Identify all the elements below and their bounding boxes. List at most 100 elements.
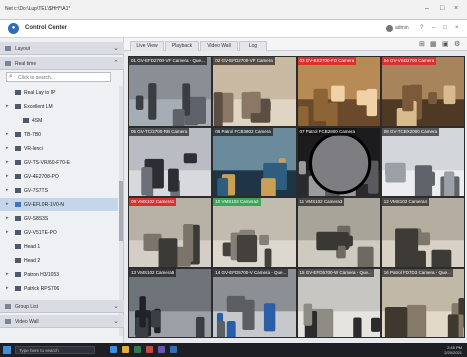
- grid-icon[interactable]: ▦: [430, 40, 437, 48]
- camera-tile[interactable]: 06 Patrol FCB3802 Camera: [212, 126, 297, 197]
- expand-arrow-icon[interactable]: ▸: [6, 201, 9, 207]
- panel-video-wall[interactable]: Video Wall ⌄: [0, 315, 124, 328]
- expand-arrow-icon[interactable]: ▸: [6, 215, 9, 221]
- tree-item[interactable]: ▸ TB-7B0: [0, 128, 118, 141]
- camera-tile[interactable]: 03 GV-BX2700-FD Camera: [296, 56, 381, 127]
- camera-tile[interactable]: 13 VMS102 Camera5: [128, 267, 213, 338]
- tree-item[interactable]: ▸ GV-TS-VR/60-F70-E: [0, 156, 118, 169]
- taskbar-search[interactable]: Type here to search: [15, 346, 95, 354]
- tree-item[interactable]: ▸ GV-7S7TS: [0, 184, 118, 197]
- taskbar-app-icon[interactable]: [158, 346, 165, 353]
- user-name[interactable]: admin: [395, 25, 409, 31]
- camera-tile[interactable]: 04 GV-VSD2700 Camera: [380, 56, 465, 127]
- tree-item[interactable]: ▸ Patrick RPS706: [0, 282, 118, 295]
- camera-tile[interactable]: 16 Patrol FD7D3 Camera - Que...: [380, 267, 465, 338]
- expand-arrow-icon[interactable]: ▸: [6, 145, 9, 151]
- camera-icon: [15, 272, 21, 277]
- tree-item[interactable]: ▸ GV-V51TE-PO: [0, 226, 118, 239]
- camera-tile[interactable]: 11 VMS102 Camera3: [296, 197, 381, 268]
- expand-arrow-icon[interactable]: ▸: [6, 285, 9, 291]
- minimize-button[interactable]: –: [425, 5, 429, 12]
- tree-item[interactable]: ▸ GV-EFL0R-1V0-N: [0, 198, 118, 211]
- camera-tile[interactable]: 10 VMS102 Camera2: [212, 197, 297, 268]
- tab-playback[interactable]: Playback: [165, 41, 199, 51]
- control-center-taskbar-icon[interactable]: [170, 346, 177, 353]
- expand-arrow-icon[interactable]: ▸: [6, 131, 9, 137]
- search-input[interactable]: [18, 74, 106, 81]
- windows-start-icon[interactable]: [3, 346, 11, 354]
- restore-app-icon[interactable]: □: [443, 25, 447, 31]
- camera-tile[interactable]: 15 GV-EFD5700-W Camera - Que...: [296, 267, 381, 338]
- tree-item[interactable]: ▸ Excellent LM: [0, 100, 118, 113]
- expand-arrow-icon[interactable]: ▸: [6, 103, 9, 109]
- tab-video-wall[interactable]: Video Wall: [200, 41, 238, 51]
- expand-arrow-icon[interactable]: ▸: [6, 173, 9, 179]
- camera-tile[interactable]: 01 GV-EFD2700-VF Camera - Que...: [128, 56, 213, 127]
- taskbar-app-icon[interactable]: [110, 346, 117, 353]
- expand-arrow-icon[interactable]: ▸: [6, 187, 9, 193]
- camera-tile[interactable]: 05 GV-TC/2700-RB Camera: [128, 126, 213, 197]
- camera-icon: [15, 258, 21, 263]
- app-header: ● Control Center admin ? – □ ×: [0, 20, 467, 38]
- tree-item[interactable]: Head 1: [0, 240, 118, 253]
- tree-item[interactable]: Real Lay to IP: [0, 86, 118, 99]
- search-icon: ⌕: [9, 73, 13, 80]
- taskbar-app-icon[interactable]: [146, 346, 153, 353]
- camera-icon: [15, 244, 21, 249]
- close-button[interactable]: ×: [454, 5, 458, 12]
- tree-item[interactable]: ▸ GV-S8S3S: [0, 212, 118, 225]
- minimize-app-icon[interactable]: –: [432, 25, 435, 31]
- device-search[interactable]: ⌕: [6, 72, 111, 82]
- chevron-down-icon[interactable]: ⌄: [113, 44, 119, 52]
- expand-arrow-icon[interactable]: ▸: [6, 229, 9, 235]
- tree-item[interactable]: 4SM: [0, 114, 118, 127]
- tree-item-label: GV-7S7TS: [24, 188, 48, 194]
- maximize-button[interactable]: □: [440, 5, 444, 12]
- tab-live-view[interactable]: Live View: [130, 41, 164, 51]
- scrollbar-thumb[interactable]: [119, 181, 123, 241]
- chevron-down-icon[interactable]: ⌄: [113, 302, 119, 310]
- expand-arrow-icon[interactable]: ▸: [6, 159, 9, 165]
- chevron-down-icon[interactable]: ⌄: [113, 317, 119, 325]
- panel-layout[interactable]: Layout ⌄: [0, 42, 124, 55]
- panel-group-list[interactable]: Group List ⌄: [0, 300, 124, 313]
- camera-tile[interactable]: 08 GV-TCBX2000 Camera: [380, 126, 465, 197]
- folder-icon[interactable]: [122, 346, 129, 353]
- window-address: Net c:\Do:\Lup\TEL\$HH*\A1*: [5, 6, 71, 12]
- app-title: Control Center: [25, 25, 67, 31]
- camera-feed-image: [297, 198, 380, 267]
- tree-item-label: Patron H3/1053: [24, 272, 60, 278]
- tree-item[interactable]: ▸ Patron H3/1053: [0, 268, 118, 281]
- tree-item[interactable]: ▸ GV-4E2708-PO: [0, 170, 118, 183]
- camera-icon: [15, 202, 21, 207]
- user-icon[interactable]: [386, 25, 393, 32]
- camera-tile[interactable]: 02 GV-EFD2700-VF Camera: [212, 56, 297, 127]
- main-area: Live View Playback Video Wall Log ⊞ ▦ ▣ …: [124, 38, 467, 343]
- settings-icon[interactable]: ⚙: [454, 40, 460, 48]
- clock: 2:45 PM 2/20/2021: [432, 345, 462, 355]
- camera-tile[interactable]: 14 GV-EFD5700-V Camera - Que...: [212, 267, 297, 338]
- camera-feed-image: [297, 127, 380, 197]
- camera-tile[interactable]: 12 VMS102 Camera4: [380, 197, 465, 268]
- panel-group-label: Group List: [15, 304, 39, 310]
- tree-item[interactable]: Head 2: [0, 254, 118, 267]
- panel-layout-label: Layout: [15, 46, 31, 52]
- tree-item-label: GV-4E2708-PO: [24, 174, 59, 180]
- server-icon: [15, 104, 21, 109]
- tab-log[interactable]: Log: [239, 41, 267, 51]
- tree-item-label: Head 1: [24, 244, 41, 250]
- sidebar-scrollbar[interactable]: [119, 86, 123, 336]
- close-app-icon[interactable]: ×: [455, 25, 459, 31]
- camera-tile[interactable]: 07 Patrol FCB2800 Camera: [296, 126, 381, 197]
- panel-real-time[interactable]: Real time ⌃: [0, 57, 124, 70]
- chevron-up-icon[interactable]: ⌃: [113, 59, 119, 67]
- layout-icon[interactable]: ⊞: [419, 40, 425, 48]
- camera-tile[interactable]: 09 VMS102 Camera1: [128, 197, 213, 268]
- camera-icon: [15, 174, 21, 179]
- help-icon[interactable]: ?: [420, 25, 423, 31]
- taskbar-app-icon[interactable]: [134, 346, 141, 353]
- expand-arrow-icon[interactable]: ▸: [6, 271, 9, 277]
- camera-icon[interactable]: ▣: [442, 40, 449, 48]
- tree-item[interactable]: ▸ VR-lenci: [0, 142, 118, 155]
- tree-item-label: VR-lenci: [24, 146, 43, 152]
